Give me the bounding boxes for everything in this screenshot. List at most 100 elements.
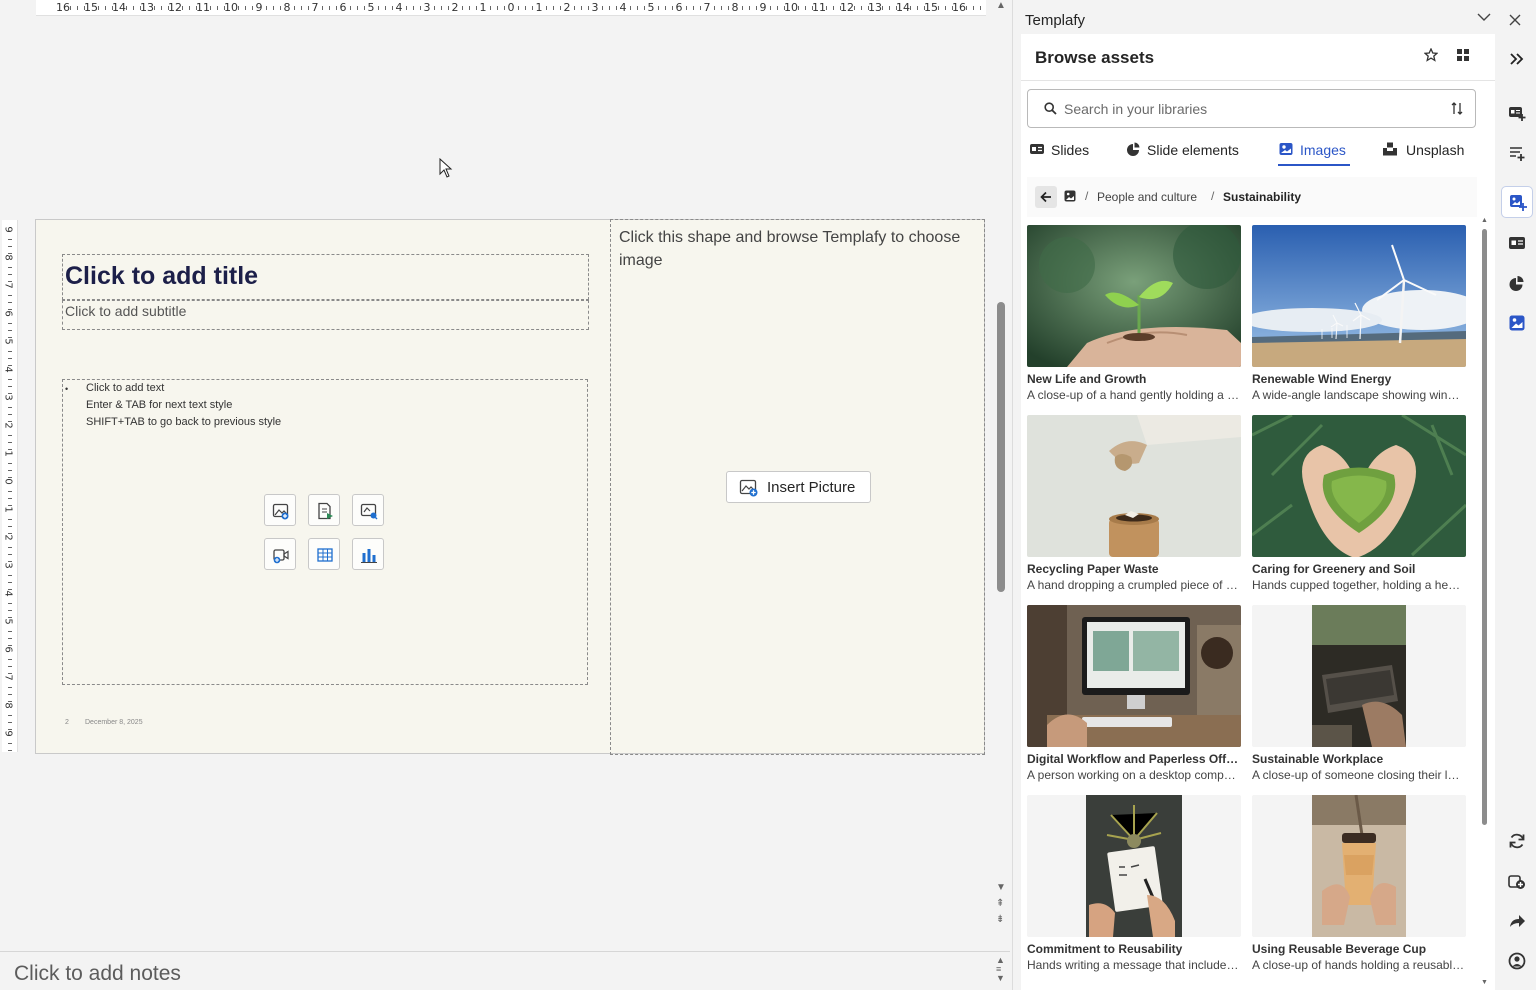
tab-slides[interactable]: Slides xyxy=(1029,140,1093,166)
insert-picture-icon[interactable] xyxy=(264,494,296,526)
text-elements-icon[interactable] xyxy=(1506,142,1528,164)
account-icon[interactable] xyxy=(1506,950,1528,972)
ruler-tick xyxy=(686,6,687,10)
image-library-icon[interactable] xyxy=(1501,186,1533,218)
asset-card[interactable]: Commitment to Reusability Hands writing … xyxy=(1027,795,1241,977)
content-bullet: • xyxy=(65,384,69,394)
ruler-tick xyxy=(553,6,554,10)
asset-thumbnail xyxy=(1027,605,1241,747)
asset-card[interactable]: Digital Workflow and Paperless Office A … xyxy=(1027,605,1241,787)
ruler-tick xyxy=(973,6,974,10)
ruler-tick xyxy=(469,6,470,10)
back-button[interactable] xyxy=(1035,186,1057,208)
ruler-tick xyxy=(189,6,190,10)
mouse-cursor-icon xyxy=(439,158,453,178)
insert-video-icon[interactable] xyxy=(264,538,296,570)
asset-thumbnail xyxy=(1252,605,1466,747)
ruler-label: 14 xyxy=(112,1,126,14)
chevron-down-icon[interactable] xyxy=(1477,12,1491,22)
tab-slide-elements[interactable]: Slide elements xyxy=(1125,140,1250,166)
tab-images[interactable]: Images xyxy=(1278,140,1350,166)
expand-pane-icon[interactable] xyxy=(1506,48,1528,70)
insert-icon-file-icon[interactable] xyxy=(308,494,340,526)
asset-grid-scrollbar[interactable]: ▲ ▼ xyxy=(1481,217,1489,987)
ruler-tick xyxy=(602,6,603,10)
insert-chart-icon[interactable] xyxy=(352,538,384,570)
ruler-tick xyxy=(8,610,12,611)
ruler-tick xyxy=(882,6,883,10)
ruler-tick xyxy=(8,442,12,443)
ruler-label: 6 xyxy=(339,1,347,14)
asset-title: Digital Workflow and Paperless Office xyxy=(1027,752,1241,766)
divider xyxy=(1021,80,1495,81)
insert-stock-image-icon[interactable] xyxy=(352,494,384,526)
search-box[interactable] xyxy=(1027,89,1476,128)
sort-filter-icon[interactable] xyxy=(1451,102,1463,115)
ruler-tick xyxy=(8,414,12,415)
previous-slide-icon[interactable]: ⇞ xyxy=(996,898,1004,909)
star-icon[interactable] xyxy=(1424,48,1438,62)
asset-card[interactable]: Sustainable Workplace A close-up of some… xyxy=(1252,605,1466,787)
asset-description: A close-up of someone closing their lapt… xyxy=(1252,768,1466,782)
notes-scroll-arrows-icon[interactable]: ▲ ≡ ▼ xyxy=(996,956,1005,983)
ruler-tick xyxy=(518,6,519,10)
asset-card[interactable]: Renewable Wind Energy A wide-angle lands… xyxy=(1252,225,1466,407)
scroll-up-arrow-icon[interactable]: ▲ xyxy=(1481,217,1488,224)
editor-scrollbar[interactable]: ▲ ▼ ⇞ ⇟ xyxy=(994,0,1008,950)
ruler-label: 9 xyxy=(2,226,14,233)
scroll-up-arrow-icon[interactable]: ▲ xyxy=(996,0,1006,11)
subtitle-placeholder[interactable]: Click to add subtitle xyxy=(62,300,589,330)
slide-canvas[interactable]: Click to add title Click to add subtitle… xyxy=(35,219,985,755)
ruler-label: 15 xyxy=(924,1,938,14)
close-icon[interactable] xyxy=(1509,14,1521,26)
asset-card[interactable]: Using Reusable Beverage Cup A close-up o… xyxy=(1252,795,1466,977)
ruler-tick xyxy=(8,274,12,275)
ruler-tick xyxy=(693,6,694,10)
ruler-tick xyxy=(574,6,575,10)
grid-view-icon[interactable] xyxy=(1457,49,1469,61)
scroll-down-arrow-icon[interactable]: ▼ xyxy=(996,882,1006,893)
ruler-label: 7 xyxy=(2,282,14,289)
search-input[interactable] xyxy=(1064,99,1434,119)
notes-pane[interactable]: Click to add notes ▲ ≡ ▼ xyxy=(0,951,1010,990)
ruler-tick xyxy=(910,6,911,10)
asset-card[interactable]: New Life and Growth A close-up of a hand… xyxy=(1027,225,1241,407)
ruler-tick xyxy=(8,631,12,632)
image-library-icon[interactable] xyxy=(1064,190,1076,202)
picture-icon[interactable] xyxy=(1506,312,1528,334)
breadcrumb-item-sustainability: Sustainability xyxy=(1223,190,1302,204)
ruler-label: 0 xyxy=(2,478,14,485)
add-copy-icon[interactable] xyxy=(1506,870,1528,892)
ruler-tick xyxy=(301,6,302,10)
asset-card[interactable]: Caring for Greenery and Soil Hands cuppe… xyxy=(1252,415,1466,597)
asset-card[interactable]: Recycling Paper Waste A hand dropping a … xyxy=(1027,415,1241,597)
insert-picture-button[interactable]: Insert Picture xyxy=(726,471,871,503)
ruler-label: 8 xyxy=(283,1,291,14)
ruler-tick xyxy=(434,6,435,10)
next-slide-icon[interactable]: ⇟ xyxy=(996,914,1004,925)
pie-chart-icon[interactable] xyxy=(1506,272,1528,294)
ruler-tick xyxy=(8,575,12,576)
title-placeholder[interactable]: Click to add title xyxy=(62,254,589,300)
ruler-tick xyxy=(833,6,834,10)
add-slide-icon[interactable] xyxy=(1506,102,1528,124)
slides-icon[interactable] xyxy=(1506,232,1528,254)
tab-unsplash[interactable]: Unsplash xyxy=(1382,140,1472,166)
asset-grid: New Life and Growth A close-up of a hand… xyxy=(1027,225,1469,985)
insert-table-icon[interactable] xyxy=(308,538,340,570)
refresh-icon[interactable] xyxy=(1506,830,1528,852)
content-placeholder[interactable]: • Click to add text Enter & TAB for next… xyxy=(62,379,588,685)
scrollbar-thumb[interactable] xyxy=(997,302,1005,592)
scroll-down-arrow-icon[interactable]: ▼ xyxy=(1481,979,1488,986)
ruler-tick xyxy=(8,491,12,492)
ruler-tick xyxy=(8,379,12,380)
scrollbar-thumb[interactable] xyxy=(1482,229,1487,825)
ruler-tick xyxy=(462,6,463,10)
ruler-tick xyxy=(8,659,12,660)
slides-icon xyxy=(1030,144,1044,154)
picture-placeholder[interactable]: Click this shape and browse Templafy to … xyxy=(610,219,985,755)
asset-description: A wide-angle landscape showing wind turb… xyxy=(1252,388,1466,402)
ruler-tick xyxy=(8,407,12,408)
breadcrumb-item-people-and-culture[interactable]: People and culture xyxy=(1097,190,1197,204)
share-icon[interactable] xyxy=(1506,910,1528,932)
